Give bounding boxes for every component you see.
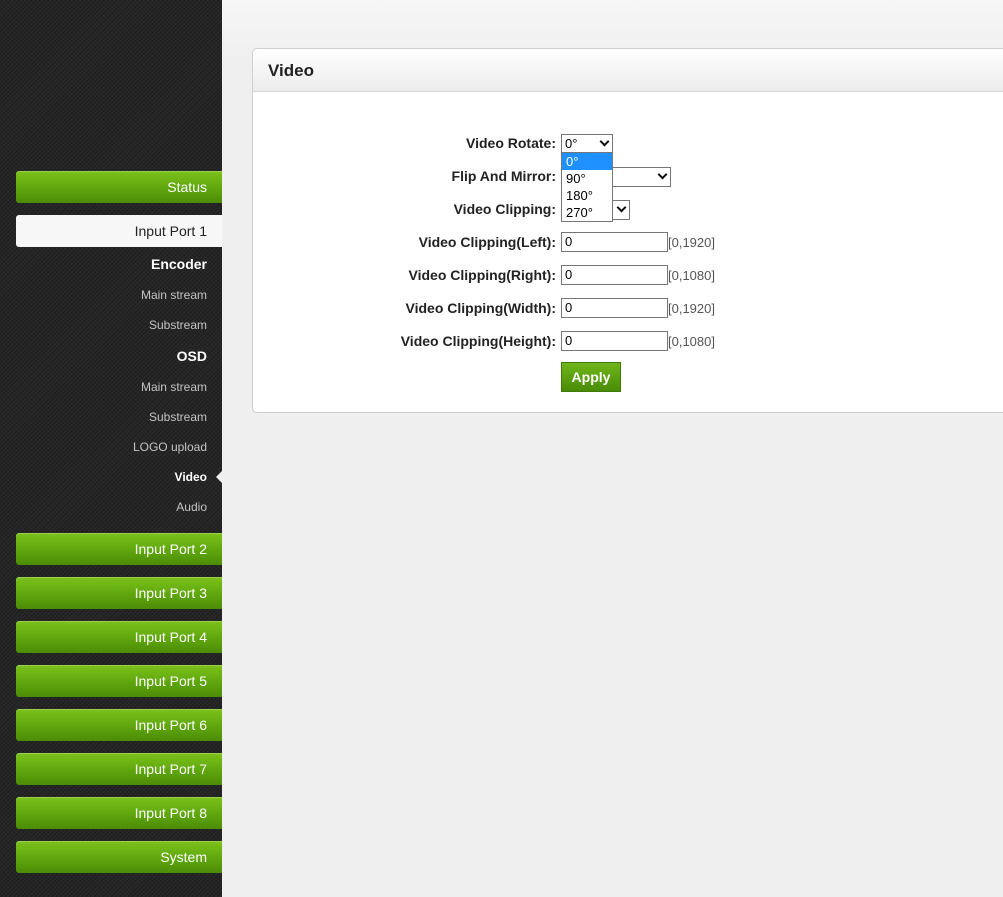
video-panel: Video bbox=[252, 48, 1003, 413]
nav-audio[interactable]: Audio bbox=[16, 500, 207, 514]
clipping-left-label: Video Clipping(Left): bbox=[418, 234, 556, 250]
clipping-height-input[interactable]: 0 bbox=[561, 331, 668, 351]
section-encoder: Encoder bbox=[150, 256, 207, 272]
nav-input-port-5[interactable]: Input Port 5 bbox=[16, 665, 222, 697]
video-rotate-label: Video Rotate: bbox=[466, 135, 556, 151]
encoder-substream[interactable]: Substream bbox=[16, 318, 207, 332]
clipping-left-range: [0,1920] bbox=[668, 235, 715, 250]
chevron-down-icon bbox=[616, 202, 627, 213]
panel-title: Video bbox=[253, 49, 1003, 92]
rotate-option-270[interactable]: 270° bbox=[562, 204, 612, 221]
active-caret-icon bbox=[216, 471, 222, 483]
nav-input-port-7[interactable]: Input Port 7 bbox=[16, 753, 222, 785]
rotate-option-90[interactable]: 90° bbox=[562, 170, 612, 187]
clipping-height-range: [0,1080] bbox=[668, 334, 715, 349]
video-rotate-select[interactable]: 0° bbox=[561, 134, 613, 154]
nav-status[interactable]: Status bbox=[16, 171, 222, 203]
nav-system[interactable]: System bbox=[16, 841, 222, 873]
chevron-down-icon bbox=[599, 136, 610, 147]
nav-video[interactable]: Video bbox=[16, 470, 207, 484]
rotate-option-0[interactable]: 0° bbox=[562, 153, 612, 170]
clipping-right-label: Video Clipping(Right): bbox=[408, 267, 557, 283]
nav-input-port-1[interactable]: Input Port 1 bbox=[16, 215, 222, 247]
clipping-width-label: Video Clipping(Width): bbox=[405, 300, 556, 316]
osd-main-stream[interactable]: Main stream bbox=[16, 380, 207, 394]
clipping-right-input[interactable]: 0 bbox=[561, 265, 668, 285]
clipping-left-input[interactable]: 0 bbox=[561, 232, 668, 252]
encoder-main-stream[interactable]: Main stream bbox=[16, 288, 207, 302]
video-clipping-label: Video Clipping: bbox=[453, 201, 556, 217]
nav-input-port-4[interactable]: Input Port 4 bbox=[16, 621, 222, 653]
clipping-height-label: Video Clipping(Height): bbox=[400, 333, 556, 349]
nav-input-port-8[interactable]: Input Port 8 bbox=[16, 797, 222, 829]
nav-input-port-6[interactable]: Input Port 6 bbox=[16, 709, 222, 741]
sidebar: Status Input Port 1 Encoder Main stream … bbox=[0, 0, 222, 897]
chevron-down-icon bbox=[657, 169, 668, 180]
osd-substream[interactable]: Substream bbox=[16, 410, 207, 424]
apply-button[interactable]: Apply bbox=[561, 362, 621, 392]
flip-mirror-label: Flip And Mirror: bbox=[451, 168, 556, 184]
video-rotate-dropdown: 0° 90° 180° 270° bbox=[561, 152, 613, 222]
nav-input-port-2[interactable]: Input Port 2 bbox=[16, 533, 222, 565]
section-osd: OSD bbox=[176, 348, 207, 364]
clipping-right-range: [0,1080] bbox=[668, 268, 715, 283]
logo-upload[interactable]: LOGO upload bbox=[16, 440, 207, 454]
clipping-width-input[interactable]: 0 bbox=[561, 298, 668, 318]
video-rotate-value: 0° bbox=[565, 136, 578, 151]
nav-input-port-3[interactable]: Input Port 3 bbox=[16, 577, 222, 609]
clipping-width-range: [0,1920] bbox=[668, 301, 715, 316]
rotate-option-180[interactable]: 180° bbox=[562, 187, 612, 204]
